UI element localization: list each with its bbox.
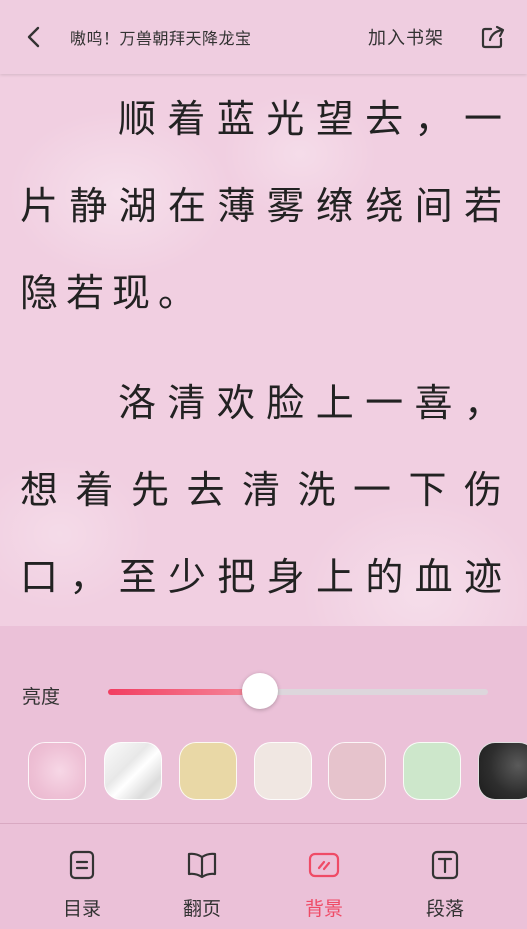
nav-label: 背景 [304, 898, 343, 920]
brightness-slider-knob[interactable] [242, 673, 278, 709]
background-swatches [28, 742, 527, 804]
brightness-label: 亮度 [22, 686, 61, 708]
table-of-contents-icon [66, 849, 98, 881]
nav-item-paragraph[interactable]: 段落 [395, 824, 495, 929]
settings-panel: 亮度 目录 翻页 背景 段落 [0, 626, 527, 929]
brightness-slider[interactable] [108, 673, 488, 709]
bottom-nav: 目录 翻页 背景 段落 [0, 824, 527, 929]
background-swatch-dark[interactable] [478, 742, 527, 800]
background-swatch-mauve[interactable] [328, 742, 386, 800]
nav-item-page-turn[interactable]: 翻页 [152, 824, 252, 929]
add-to-shelf-button[interactable]: 加入书架 [368, 24, 444, 50]
paragraph: 洛清欢脸上一喜，想着先去清洗一下伤口，至少把身上的血迹抹 [20, 381, 510, 599]
share-icon[interactable] [478, 22, 508, 52]
nav-label: 翻页 [182, 898, 221, 920]
book-open-icon [186, 849, 218, 881]
background-swatch-rose[interactable] [28, 742, 86, 800]
background-swatch-tan[interactable] [179, 742, 237, 800]
nav-item-background[interactable]: 背景 [274, 824, 374, 929]
nav-label: 段落 [425, 898, 464, 920]
background-swatch-marble[interactable] [104, 742, 162, 800]
nav-label: 目录 [62, 898, 101, 920]
text-format-icon [429, 849, 461, 881]
chevron-left-icon[interactable] [18, 22, 48, 52]
top-bar: 嗷呜！万兽朝拜天降龙宝 加入书架 [0, 0, 527, 74]
paragraph: 顺着蓝光望去，一片静湖在薄雾缭绕间若隐若现。 [20, 97, 510, 315]
reading-area[interactable]: 顺着蓝光望去，一片静湖在薄雾缭绕间若隐若现。 洛清欢脸上一喜，想着先去清洗一下伤… [0, 74, 527, 626]
background-swatch-mint[interactable] [403, 742, 461, 800]
background-icon [308, 849, 340, 881]
brightness-slider-fill [108, 689, 260, 695]
book-title: 嗷呜！万兽朝拜天降龙宝 [70, 29, 252, 48]
nav-item-contents[interactable]: 目录 [32, 824, 132, 929]
background-swatch-cream[interactable] [254, 742, 312, 800]
